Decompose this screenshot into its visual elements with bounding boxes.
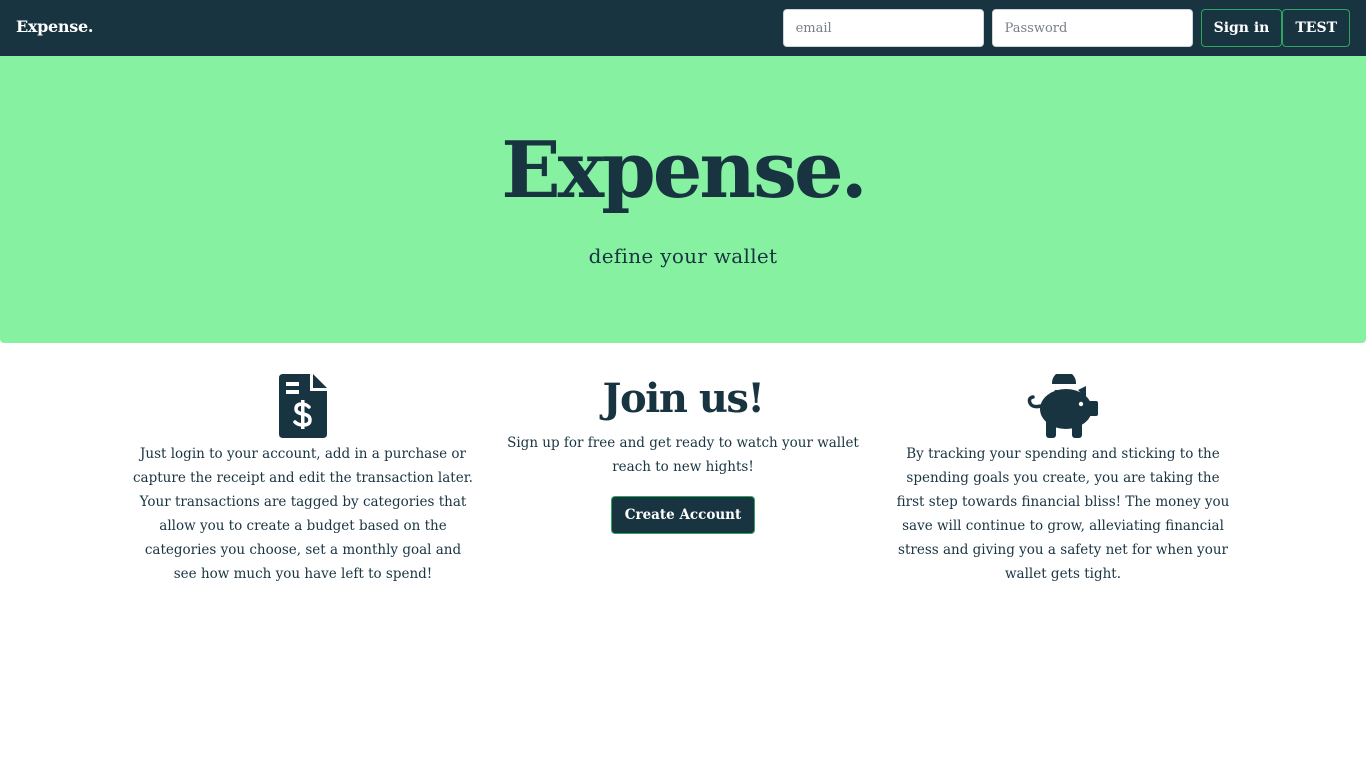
join-title: Join us!: [602, 375, 765, 422]
features-section: Just login to your account, add in a pur…: [0, 343, 1366, 768]
join-text: Sign up for free and get ready to watch …: [507, 435, 859, 475]
signin-form: Sign in TEST: [782, 9, 1350, 47]
hero-banner: Expense. define your wallet: [0, 56, 1366, 343]
feature-tracking-text: Just login to your account, add in a pur…: [133, 446, 473, 582]
email-input[interactable]: [782, 9, 984, 47]
feature-savings-text: By tracking your spending and sticking t…: [896, 446, 1230, 582]
file-invoice-dollar-icon: [133, 374, 473, 438]
navbar: Expense. Sign in TEST: [0, 0, 1366, 56]
piggy-bank-icon: [893, 374, 1233, 438]
feature-tracking-column: Just login to your account, add in a pur…: [133, 374, 473, 586]
join-column: Join us! Sign up for free and get ready …: [503, 377, 863, 534]
create-account-button[interactable]: Create Account: [610, 496, 756, 534]
password-input[interactable]: [991, 9, 1193, 47]
brand-link[interactable]: Expense.: [16, 17, 93, 36]
hero-subtitle: define your wallet: [588, 244, 778, 268]
feature-savings-column: By tracking your spending and sticking t…: [893, 374, 1233, 586]
test-button[interactable]: TEST: [1282, 9, 1350, 47]
hero-title: Expense.: [501, 125, 868, 216]
signin-button[interactable]: Sign in: [1200, 9, 1283, 47]
